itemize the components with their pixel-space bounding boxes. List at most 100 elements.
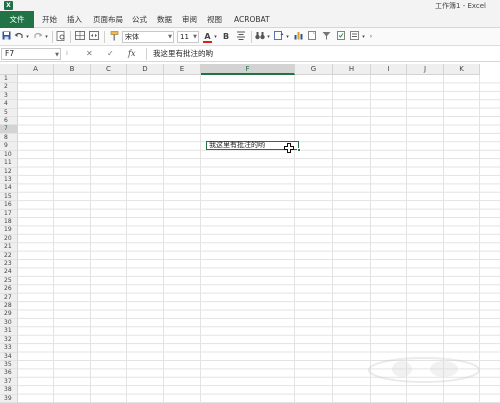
column-header-k[interactable]: K — [444, 64, 480, 75]
toolbar-divider — [251, 31, 252, 43]
row-header-23[interactable]: 23 — [0, 260, 18, 269]
row-header-17[interactable]: 17 — [0, 209, 18, 218]
name-manager-dropdown-icon[interactable]: ▾ — [361, 31, 366, 43]
row-header-1[interactable]: 1 — [0, 75, 18, 84]
column-header-j[interactable]: J — [407, 64, 444, 75]
row-header-27[interactable]: 27 — [0, 293, 18, 303]
watermark-logo — [368, 357, 480, 383]
row-header-29[interactable]: 29 — [0, 310, 18, 319]
column-header-d[interactable]: D — [127, 64, 164, 75]
toolbar-divider — [52, 31, 53, 43]
row-header-22[interactable]: 22 — [0, 251, 18, 261]
row-header-11[interactable]: 11 — [0, 159, 18, 168]
row-header-7[interactable]: 7 — [0, 125, 18, 134]
sort-dropdown-icon[interactable]: ▾ — [285, 31, 290, 43]
tab-acrobat[interactable]: ACROBAT — [234, 13, 270, 27]
row-header-3[interactable]: 3 — [0, 91, 18, 101]
row-header-12[interactable]: 12 — [0, 167, 18, 176]
row-header-18[interactable]: 18 — [0, 217, 18, 227]
row-header-37[interactable]: 37 — [0, 377, 18, 387]
column-header-g[interactable]: G — [295, 64, 333, 75]
row-header-19[interactable]: 19 — [0, 226, 18, 235]
column-header-h[interactable]: H — [333, 64, 371, 75]
insert-function-button[interactable]: fx — [128, 48, 135, 60]
row-header-5[interactable]: 5 — [0, 108, 18, 118]
more-options-icon[interactable]: ⁞ — [66, 48, 68, 60]
row-header-15[interactable]: 15 — [0, 192, 18, 202]
name-box-value: F7 — [5, 49, 15, 58]
row-header-39[interactable]: 39 — [0, 394, 18, 403]
tab-insert[interactable]: 插入 — [67, 13, 82, 27]
column-header-b[interactable]: B — [54, 64, 91, 75]
borders-icon[interactable] — [75, 31, 85, 43]
checklist-icon[interactable] — [337, 31, 347, 43]
column-header-i[interactable]: I — [371, 64, 407, 75]
redo-dropdown-icon[interactable]: ▾ — [44, 31, 49, 43]
row-header-26[interactable]: 26 — [0, 285, 18, 294]
row-header-10[interactable]: 10 — [0, 150, 18, 160]
tab-formulas[interactable]: 公式 — [132, 13, 147, 27]
new-sheet-icon[interactable] — [308, 31, 317, 43]
row-header-24[interactable]: 24 — [0, 268, 18, 277]
font-size-value: 11 — [180, 33, 189, 41]
row-header-20[interactable]: 20 — [0, 234, 18, 244]
font-color-dropdown-icon[interactable]: ▾ — [213, 31, 218, 43]
spreadsheet-grid: ABCDEFGHIJK 1 2 3 4 5 6 7 8 9 10 11 12 13 14 15 16 17 18 1… — [0, 64, 500, 403]
row-header-8[interactable]: 8 — [0, 133, 18, 143]
print-preview-icon[interactable] — [56, 31, 66, 43]
row-header-4[interactable]: 4 — [0, 100, 18, 109]
ribbon-tabs: 文件 开始 插入 页面布局 公式 数据 审阅 视图 ACROBAT — [0, 11, 500, 28]
undo-icon[interactable] — [14, 31, 24, 43]
sort-icon[interactable] — [274, 31, 284, 43]
find-binoculars-icon[interactable] — [255, 31, 265, 43]
chart-icon[interactable] — [294, 31, 303, 43]
row-header-16[interactable]: 16 — [0, 201, 18, 210]
name-manager-icon[interactable] — [350, 31, 360, 43]
row-header-9[interactable]: 9 — [0, 142, 18, 151]
row-header-34[interactable]: 34 — [0, 352, 18, 361]
row-header-14[interactable]: 14 — [0, 184, 18, 193]
row-header-28[interactable]: 28 — [0, 302, 18, 311]
name-box[interactable]: F7 ▼ — [1, 48, 61, 60]
font-size-select[interactable]: 11 ▼ — [177, 31, 199, 43]
row-header-21[interactable]: 21 — [0, 243, 18, 252]
tab-view[interactable]: 视图 — [207, 13, 222, 27]
cancel-button[interactable]: ✕ — [86, 48, 93, 60]
merge-cells-icon[interactable] — [89, 31, 99, 43]
undo-dropdown-icon[interactable]: ▾ — [25, 31, 30, 43]
save-icon[interactable] — [2, 31, 11, 43]
column-header-f[interactable]: F — [201, 64, 295, 75]
row-header-31[interactable]: 31 — [0, 327, 18, 336]
column-header-c[interactable]: C — [91, 64, 127, 75]
enter-button[interactable]: ✓ — [107, 48, 114, 60]
row-header-36[interactable]: 36 — [0, 369, 18, 378]
align-center-icon[interactable] — [236, 31, 246, 43]
row-header-2[interactable]: 2 — [0, 83, 18, 92]
tab-file[interactable]: 文件 — [0, 11, 34, 28]
cell-gridlines — [18, 75, 500, 403]
row-header-35[interactable]: 35 — [0, 360, 18, 370]
row-header-38[interactable]: 38 — [0, 386, 18, 395]
bold-button[interactable]: B — [222, 31, 230, 43]
row-header-25[interactable]: 25 — [0, 276, 18, 286]
font-name-select[interactable]: 宋体 ▼ — [122, 31, 174, 43]
row-header-30[interactable]: 30 — [0, 318, 18, 328]
row-header-6[interactable]: 6 — [0, 117, 18, 126]
formula-input[interactable]: 我这里有批注的哟 — [146, 48, 498, 60]
redo-icon[interactable] — [33, 31, 43, 43]
format-painter-icon[interactable] — [109, 31, 119, 43]
row-header-32[interactable]: 32 — [0, 335, 18, 345]
select-all-corner[interactable] — [0, 64, 18, 75]
filter-icon[interactable] — [322, 31, 331, 43]
tab-home[interactable]: 开始 — [42, 13, 57, 27]
tab-review[interactable]: 审阅 — [182, 13, 197, 27]
find-dropdown-icon[interactable]: ▾ — [266, 31, 271, 43]
column-header-a[interactable]: A — [18, 64, 54, 75]
column-header-e[interactable]: E — [164, 64, 201, 75]
tab-page-layout[interactable]: 页面布局 — [93, 13, 123, 27]
row-header-13[interactable]: 13 — [0, 175, 18, 185]
customize-toolbar-icon[interactable]: › — [368, 31, 374, 43]
row-header-33[interactable]: 33 — [0, 344, 18, 353]
tab-data[interactable]: 数据 — [157, 13, 172, 27]
fill-handle[interactable] — [297, 148, 301, 152]
